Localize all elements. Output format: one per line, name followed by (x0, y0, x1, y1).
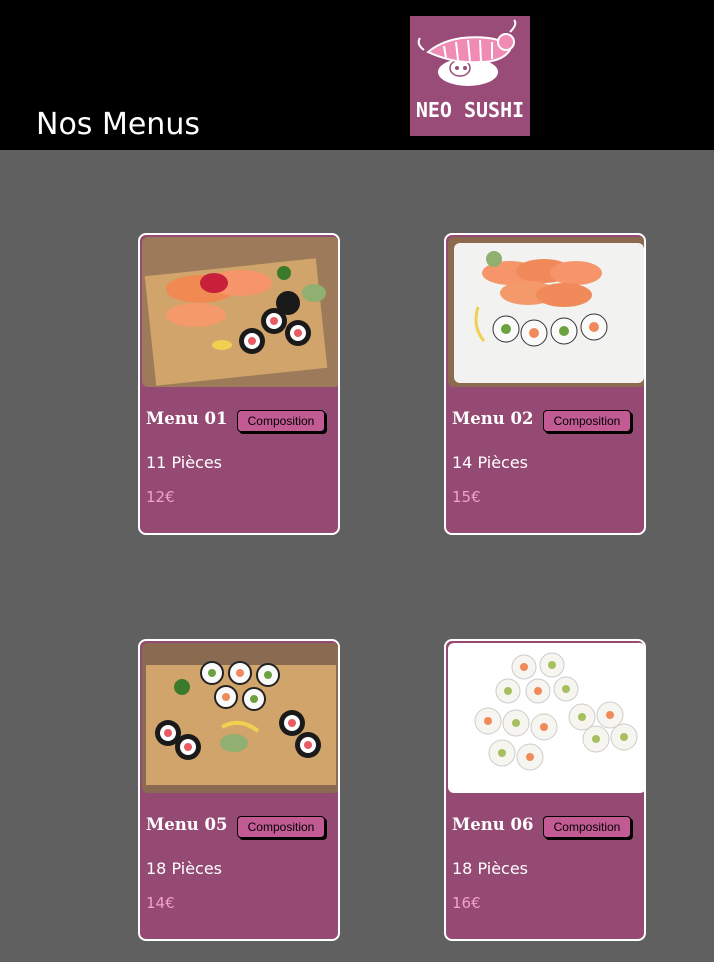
page-title: Nos Menus (36, 107, 200, 142)
neo-sushi-logo[interactable]: NEO SUSHI (410, 16, 530, 136)
menu-photo (448, 643, 644, 793)
composition-button[interactable]: Composition (237, 816, 325, 838)
menu-card[interactable]: Menu 01 Composition 11 Pièces 12€ (138, 233, 340, 535)
menu-price: 12€ (146, 488, 175, 506)
composition-button[interactable]: Composition (237, 410, 325, 432)
menu-photo (448, 237, 644, 387)
menu-name: Menu 06 (452, 815, 534, 834)
menu-card[interactable]: Menu 05 Composition 18 Pièces 14€ (138, 639, 340, 941)
menu-photo (142, 237, 338, 387)
logo-text: NEO SUSHI (415, 98, 525, 122)
menu-pieces: 14 Pièces (452, 453, 529, 472)
menu-card[interactable]: Menu 06 Composition 18 Pièces 16€ (444, 639, 646, 941)
menu-name: Menu 01 (146, 409, 228, 428)
menu-price: 16€ (452, 894, 481, 912)
composition-button[interactable]: Composition (543, 410, 631, 432)
menu-name: Menu 02 (452, 409, 534, 428)
composition-button[interactable]: Composition (543, 816, 631, 838)
menu-price: 15€ (452, 488, 481, 506)
menu-pieces: 18 Pièces (146, 859, 223, 878)
menu-pieces: 18 Pièces (452, 859, 529, 878)
menu-price: 14€ (146, 894, 175, 912)
menu-name: Menu 05 (146, 815, 228, 834)
menu-card[interactable]: Menu 02 Composition 14 Pièces 15€ (444, 233, 646, 535)
site-header: Nos Menus NEO SUSHI (0, 0, 714, 150)
menu-pieces: 11 Pièces (146, 453, 223, 472)
menu-photo (142, 643, 338, 793)
